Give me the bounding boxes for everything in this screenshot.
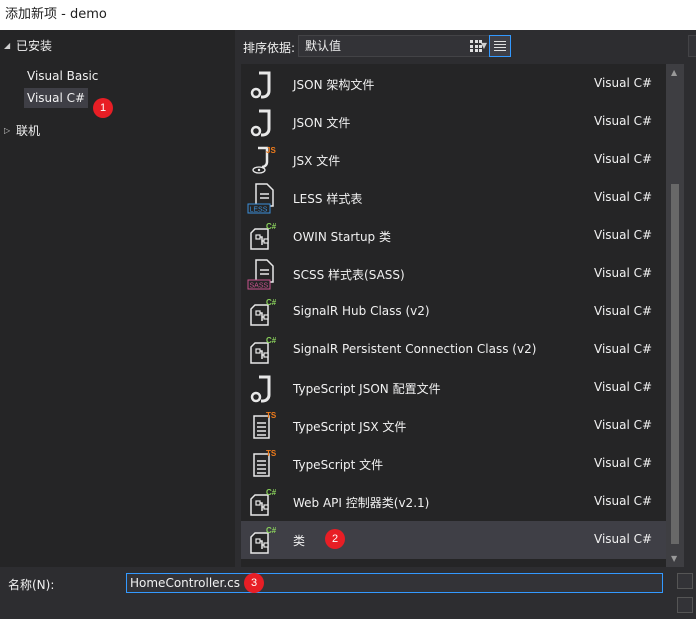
list-view-button[interactable]	[489, 35, 511, 57]
template-row[interactable]: C# OWIN Startup 类 Visual C#	[241, 217, 666, 255]
template-language: Visual C#	[594, 152, 653, 166]
tsx-file-icon: TS	[247, 410, 279, 442]
template-language: Visual C#	[594, 228, 653, 242]
category-tree: ◢ 已安装 Visual Basic Visual C# 1 ▷ 联机	[0, 30, 235, 567]
tree-item-visual-csharp[interactable]: Visual C#	[24, 88, 89, 108]
name-input-value: HomeController.cs	[130, 576, 241, 590]
template-language: Visual C#	[594, 76, 653, 90]
template-language: Visual C#	[594, 342, 653, 356]
template-name: SignalR Hub Class (v2)	[293, 304, 430, 318]
grid-view-button[interactable]	[465, 35, 487, 57]
template-row[interactable]: TS TypeScript JSX 文件 Visual C#	[241, 407, 666, 445]
scss-stylesheet-icon: SASS	[247, 258, 279, 290]
template-language: Visual C#	[594, 190, 653, 204]
csharp-class-icon: C#	[247, 486, 279, 518]
svg-text:TS: TS	[266, 449, 277, 458]
collapsed-arrow-icon: ▷	[4, 125, 11, 135]
template-row[interactable]: JS JSX 文件 Visual C#	[241, 141, 666, 179]
csharp-class-icon: C#	[247, 296, 279, 328]
annotation-badge-2: 2	[325, 529, 345, 549]
svg-text:C#: C#	[266, 336, 277, 345]
annotation-badge-1: 1	[93, 98, 113, 118]
csharp-class-icon: C#	[247, 524, 279, 556]
template-name: SignalR Persistent Connection Class (v2)	[293, 342, 537, 356]
template-name: TypeScript JSON 配置文件	[293, 382, 441, 396]
tree-node-online-label: 联机	[16, 123, 41, 138]
template-name: Web API 控制器类(v2.1)	[293, 496, 430, 510]
template-name: SCSS 样式表(SASS)	[293, 268, 405, 282]
svg-text:SASS: SASS	[250, 283, 269, 290]
svg-text:JS: JS	[266, 146, 276, 155]
annotation-badge-3: 3	[244, 573, 264, 593]
template-row[interactable]: JSON 文件 Visual C#	[241, 103, 666, 141]
svg-text:C#: C#	[266, 488, 277, 497]
scroll-down-icon[interactable]: ▼	[671, 554, 677, 563]
template-language: Visual C#	[594, 114, 653, 128]
template-name: 类	[293, 534, 306, 548]
side-option-button[interactable]	[677, 573, 693, 589]
expanded-arrow-icon: ◢	[4, 40, 11, 50]
tree-item-visual-basic[interactable]: Visual Basic	[24, 66, 101, 86]
template-language: Visual C#	[594, 494, 653, 508]
grid-view-icon	[470, 40, 482, 52]
sort-toolbar: 排序依据: 默认值 ▼	[235, 30, 696, 64]
scroll-thumb[interactable]	[671, 184, 679, 544]
template-language: Visual C#	[594, 532, 653, 546]
template-name: LESS 样式表	[293, 192, 363, 206]
list-view-icon	[494, 40, 506, 52]
name-label: 名称(N):	[8, 578, 55, 592]
json-config-icon	[247, 372, 279, 404]
tree-node-online[interactable]: ▷ 联机	[4, 119, 40, 141]
template-row[interactable]: JSON 架构文件 Visual C#	[241, 65, 666, 103]
less-stylesheet-icon: LESS	[247, 182, 279, 214]
details-panel-edge	[684, 64, 696, 567]
template-row[interactable]: C# SignalR Hub Class (v2) Visual C#	[241, 293, 666, 331]
template-language: Visual C#	[594, 266, 653, 280]
template-name: TypeScript JSX 文件	[293, 420, 407, 434]
template-row[interactable]: LESS LESS 样式表 Visual C#	[241, 179, 666, 217]
template-row[interactable]: SASS SCSS 样式表(SASS) Visual C#	[241, 255, 666, 293]
template-name: JSX 文件	[293, 154, 341, 168]
template-language: Visual C#	[594, 456, 653, 470]
svg-text:C#: C#	[266, 222, 277, 231]
template-row[interactable]: C# 类 Visual C#	[241, 521, 666, 559]
template-row[interactable]: TypeScript JSON 配置文件 Visual C#	[241, 369, 666, 407]
template-language: Visual C#	[594, 304, 653, 318]
template-language: Visual C#	[594, 418, 653, 432]
side-option-button[interactable]	[677, 597, 693, 613]
template-row[interactable]: C# Web API 控制器类(v2.1) Visual C#	[241, 483, 666, 521]
tree-node-installed-label: 已安装	[16, 38, 53, 53]
json-schema-icon	[247, 68, 279, 100]
csharp-class-icon: C#	[247, 334, 279, 366]
sort-dropdown-value: 默认值	[305, 39, 342, 53]
name-bar: 名称(N): HomeController.cs 3	[0, 567, 696, 619]
jsx-file-icon: JS	[247, 144, 279, 176]
svg-text:TS: TS	[266, 411, 277, 420]
search-input[interactable]	[688, 35, 696, 57]
template-row[interactable]: C# SignalR Persistent Connection Class (v…	[241, 331, 666, 369]
template-name: JSON 文件	[293, 116, 351, 130]
sort-label: 排序依据:	[243, 41, 296, 55]
csharp-class-icon: C#	[247, 220, 279, 252]
svg-text:LESS: LESS	[250, 207, 268, 214]
svg-text:C#: C#	[266, 526, 277, 535]
template-name: TypeScript 文件	[293, 458, 384, 472]
ts-file-icon: TS	[247, 448, 279, 480]
template-list: JSON 架构文件 Visual C# JSON 文件 Visual C# JS JSX …	[241, 64, 666, 567]
template-name: JSON 架构文件	[293, 78, 375, 92]
template-row[interactable]: TS TypeScript 文件 Visual C#	[241, 445, 666, 483]
template-list-scrollbar[interactable]: ▲ ▼	[666, 64, 684, 567]
scroll-up-icon[interactable]: ▲	[671, 68, 677, 77]
template-name: OWIN Startup 类	[293, 230, 391, 244]
json-file-icon	[247, 106, 279, 138]
window-title: 添加新项 - demo	[0, 0, 696, 30]
template-language: Visual C#	[594, 380, 653, 394]
tree-node-installed[interactable]: ◢ 已安装	[4, 34, 52, 56]
svg-text:C#: C#	[266, 298, 277, 307]
name-input[interactable]: HomeController.cs	[126, 573, 663, 593]
